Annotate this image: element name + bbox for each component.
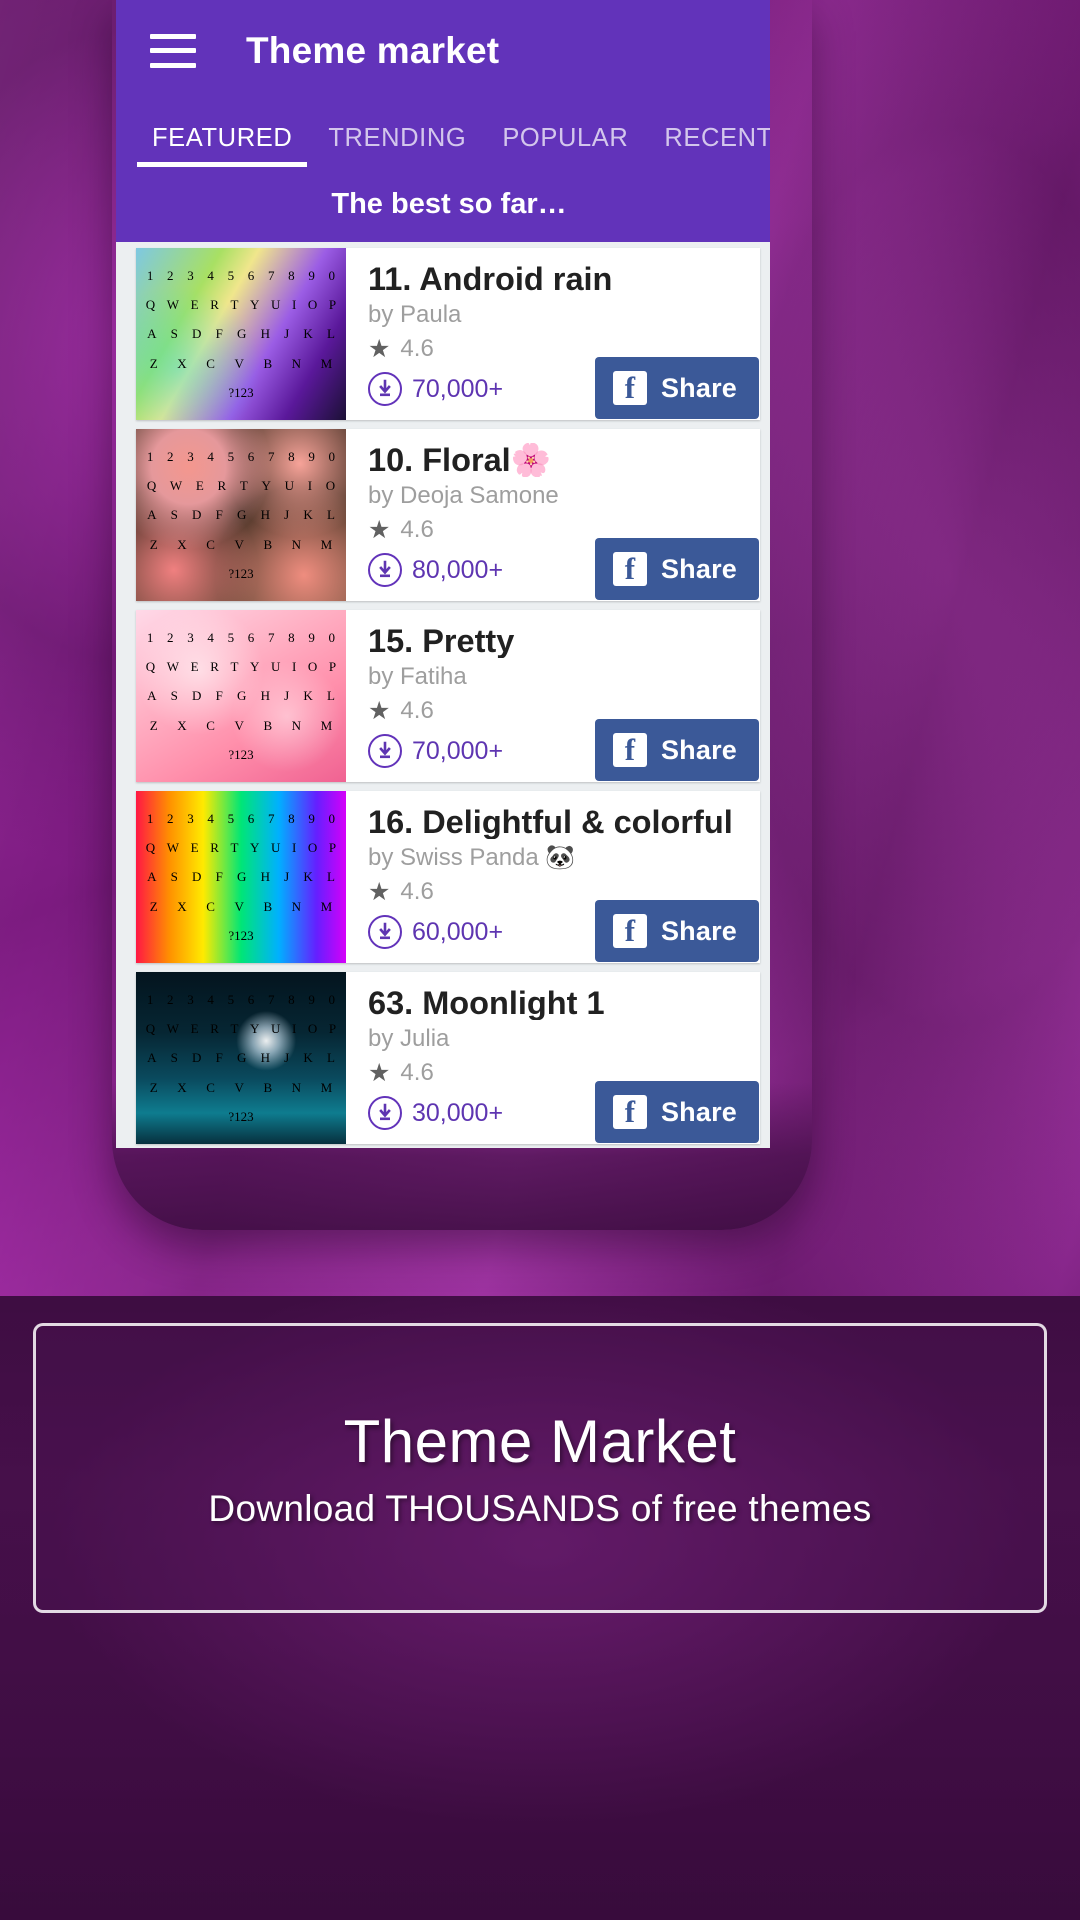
share-button-label: Share — [660, 372, 737, 403]
tab-featured[interactable]: FEATURED — [134, 124, 310, 167]
share-button-label: Share — [660, 734, 737, 765]
theme-list[interactable]: 1 2 3 4 5 6 7 8 9 0 Q W E R T Y U I O P A S D F G H J K L Z X C V B N M ?123… — [116, 242, 770, 1148]
download-count: 70,000+ — [412, 374, 504, 403]
page-title: Theme market — [246, 29, 500, 71]
download-row: 80,000+ — [368, 553, 503, 587]
facebook-icon — [612, 914, 647, 948]
download-icon — [368, 1096, 402, 1130]
download-count: 30,000+ — [412, 1098, 504, 1127]
theme-info: 63. Moonlight 1 by Julia ★ 4.6 30,000+ Share — [346, 972, 760, 1144]
rating-value: 4.6 — [400, 335, 434, 363]
download-count: 60,000+ — [412, 917, 504, 946]
theme-card[interactable]: 1 2 3 4 5 6 7 8 9 0 Q W E R T Y U I O P A S D F G H J K L Z X C V B N M ?123… — [136, 972, 760, 1144]
theme-card[interactable]: 1 2 3 4 5 6 7 8 9 0 Q W E R T Y U I O P A S D F G H J K L Z X C V B N M ?123… — [136, 610, 760, 782]
star-icon: ★ — [368, 515, 391, 544]
hamburger-menu-icon[interactable] — [150, 33, 196, 68]
theme-card[interactable]: 1 2 3 4 5 6 7 8 9 0 Q W E R T Y U I O A S D F G H J K L Z X C V B N M ?123 1… — [136, 429, 760, 601]
rating-value: 4.6 — [400, 878, 434, 906]
theme-info: 11. Android rain by Paula ★ 4.6 70,000+ Share — [346, 248, 760, 420]
download-count: 80,000+ — [412, 555, 504, 584]
theme-thumbnail[interactable]: 1 2 3 4 5 6 7 8 9 0 Q W E R T Y U I O P A S D F G H J K L Z X C V B N M ?123 — [136, 610, 346, 782]
download-icon — [368, 734, 402, 768]
theme-author: by Julia — [368, 1025, 450, 1053]
tab-bar: FEATURED TRENDING POPULAR RECENT — [116, 101, 770, 167]
theme-author: by Paula — [368, 301, 462, 329]
theme-author: by Swiss Panda 🐼 — [368, 844, 576, 872]
rating-value: 4.6 — [400, 697, 434, 725]
theme-thumbnail[interactable]: 1 2 3 4 5 6 7 8 9 0 Q W E R T Y U I O P A S D F G H J K L Z X C V B N M ?123 — [136, 248, 346, 420]
download-icon — [368, 372, 402, 406]
theme-card[interactable]: 1 2 3 4 5 6 7 8 9 0 Q W E R T Y U I O P A S D F G H J K L Z X C V B N M ?123… — [136, 791, 760, 963]
star-icon: ★ — [368, 334, 391, 363]
promo-banner[interactable]: Theme Market Download THOUSANDS of free … — [33, 1323, 1047, 1613]
theme-thumbnail[interactable]: 1 2 3 4 5 6 7 8 9 0 Q W E R T Y U I O P A S D F G H J K L Z X C V B N M ?123 — [136, 791, 346, 963]
keyboard-preview: 1 2 3 4 5 6 7 8 9 0 Q W E R T Y U I O P A S D F G H J K L Z X C V B N M ?123 — [145, 992, 337, 1124]
promo-subtitle: Download THOUSANDS of free themes — [208, 1487, 872, 1529]
keyboard-preview: 1 2 3 4 5 6 7 8 9 0 Q W E R T Y U I O A S D F G H J K L Z X C V B N M ?123 — [146, 449, 336, 581]
facebook-icon — [612, 1095, 647, 1129]
theme-info: 15. Pretty by Fatiha ★ 4.6 70,000+ Share — [346, 610, 760, 782]
share-button-label: Share — [660, 1096, 737, 1127]
star-icon: ★ — [368, 696, 391, 725]
keyboard-preview: 1 2 3 4 5 6 7 8 9 0 Q W E R T Y U I O P A S D F G H J K L Z X C V B N M ?123 — [145, 268, 337, 400]
rating-value: 4.6 — [400, 1059, 434, 1087]
star-icon: ★ — [368, 1058, 391, 1087]
rating-value: 4.6 — [400, 516, 434, 544]
theme-thumbnail[interactable]: 1 2 3 4 5 6 7 8 9 0 Q W E R T Y U I O A S D F G H J K L Z X C V B N M ?123 — [136, 429, 346, 601]
theme-title: 16. Delightful & colorful — [368, 805, 733, 840]
theme-title: 10. Floral🌸 — [368, 443, 552, 478]
download-count: 70,000+ — [412, 736, 504, 765]
tab-trending[interactable]: TRENDING — [310, 124, 484, 167]
theme-info: 10. Floral🌸 by Deoja Samone ★ 4.6 80,000+ Sha… — [346, 429, 760, 601]
download-row: 30,000+ — [368, 1096, 503, 1130]
facebook-share-button[interactable]: Share — [594, 357, 759, 419]
facebook-icon — [612, 371, 647, 405]
theme-author: by Deoja Samone — [368, 482, 559, 510]
theme-info: 16. Delightful & colorful by Swiss Panda … — [346, 791, 760, 963]
theme-title: 11. Android rain — [368, 262, 613, 297]
theme-title: 63. Moonlight 1 — [368, 986, 605, 1021]
app-bar: Theme market — [116, 0, 770, 101]
tab-popular[interactable]: POPULAR — [484, 124, 646, 167]
download-row: 70,000+ — [368, 734, 503, 768]
download-icon — [368, 915, 402, 949]
download-icon — [368, 553, 402, 587]
phone-screen: Theme market FEATURED TRENDING POPULAR R… — [116, 0, 770, 1148]
facebook-share-button[interactable]: Share — [594, 900, 759, 962]
share-button-label: Share — [660, 553, 737, 584]
theme-thumbnail[interactable]: 1 2 3 4 5 6 7 8 9 0 Q W E R T Y U I O P A S D F G H J K L Z X C V B N M ?123 — [136, 972, 346, 1144]
facebook-share-button[interactable]: Share — [594, 538, 759, 600]
facebook-icon — [612, 552, 647, 586]
share-button-label: Share — [660, 915, 737, 946]
theme-card[interactable]: 1 2 3 4 5 6 7 8 9 0 Q W E R T Y U I O P A S D F G H J K L Z X C V B N M ?123… — [136, 248, 760, 420]
promo-title: Theme Market — [343, 1407, 737, 1475]
theme-author: by Fatiha — [368, 663, 467, 691]
download-row: 60,000+ — [368, 915, 503, 949]
keyboard-preview: 1 2 3 4 5 6 7 8 9 0 Q W E R T Y U I O P A S D F G H J K L Z X C V B N M ?123 — [145, 630, 337, 762]
section-banner: The best so far… — [116, 167, 770, 242]
facebook-share-button[interactable]: Share — [594, 1081, 759, 1143]
star-icon: ★ — [368, 877, 391, 906]
facebook-share-button[interactable]: Share — [594, 719, 759, 781]
facebook-icon — [612, 733, 647, 767]
keyboard-preview: 1 2 3 4 5 6 7 8 9 0 Q W E R T Y U I O P A S D F G H J K L Z X C V B N M ?123 — [145, 811, 337, 943]
download-row: 70,000+ — [368, 372, 503, 406]
tab-recent[interactable]: RECENT — [646, 124, 770, 167]
theme-title: 15. Pretty — [368, 624, 515, 659]
